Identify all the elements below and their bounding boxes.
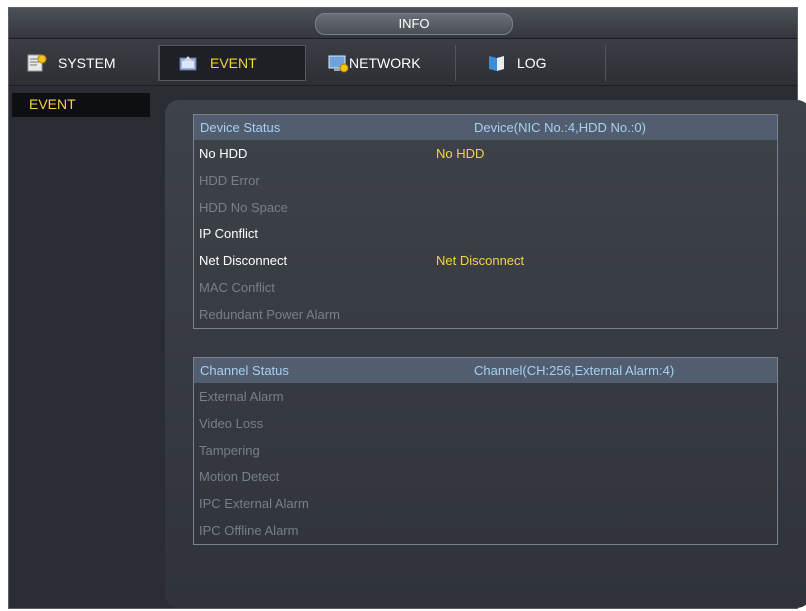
row-name: Motion Detect: [199, 469, 280, 485]
system-icon: [26, 53, 48, 73]
window-title: INFO: [315, 13, 513, 35]
tab-log-label: LOG: [517, 55, 547, 71]
row-name: Tampering: [199, 442, 260, 458]
row-name: IPC External Alarm: [199, 496, 309, 512]
device-status-header: Device Status Device(NIC No.:4,HDD No.:0…: [194, 115, 777, 140]
device-status-summary: Device(NIC No.:4,HDD No.:0): [474, 120, 646, 135]
row-name: External Alarm: [199, 389, 284, 404]
row-name: IP Conflict: [199, 226, 259, 242]
channel-row-motion-detect: Motion Detect: [194, 463, 777, 490]
row-name: HDD No Space: [199, 199, 288, 215]
title-bar: INFO: [9, 8, 797, 39]
tab-event[interactable]: EVENT: [159, 45, 306, 81]
device-row-redundant-power-alarm: Redundant Power Alarm: [194, 301, 777, 328]
tab-network[interactable]: NETWORK: [309, 45, 456, 81]
row-name: No HDD: [199, 146, 248, 161]
sidebar: EVENT: [9, 86, 155, 608]
device-row-no-hdd: No HDD No HDD: [194, 140, 777, 167]
event-icon: [178, 53, 200, 73]
tab-system-label: SYSTEM: [58, 55, 116, 71]
info-window: INFO SYSTEM EVENT NETWORK LOG EVENT Devi…: [8, 7, 806, 609]
channel-row-external-alarm: External Alarm: [194, 383, 777, 410]
sidebar-item-event[interactable]: EVENT: [12, 93, 150, 117]
main-panel: Device Status Device(NIC No.:4,HDD No.:0…: [165, 100, 806, 608]
tab-system[interactable]: SYSTEM: [12, 45, 159, 81]
tab-event-label: EVENT: [210, 55, 257, 71]
channel-row-ipc-external-alarm: IPC External Alarm: [194, 490, 777, 517]
channel-row-video-loss: Video Loss: [194, 410, 777, 437]
device-row-mac-conflict: MAC Conflict: [194, 274, 777, 301]
device-row-ip-conflict: IP Conflict: [194, 220, 777, 247]
row-name: Redundant Power Alarm: [199, 306, 340, 322]
device-row-hdd-error: HDD Error: [194, 167, 777, 194]
channel-status-panel: Channel Status Channel(CH:256,External A…: [193, 357, 778, 545]
tab-network-label: NETWORK: [349, 55, 421, 71]
network-icon: [327, 53, 349, 73]
channel-status-summary: Channel(CH:256,External Alarm:4): [474, 363, 675, 378]
channel-status-title: Channel Status: [200, 363, 289, 378]
log-icon: [485, 53, 507, 73]
row-name: MAC Conflict: [199, 279, 275, 295]
device-status-panel: Device Status Device(NIC No.:4,HDD No.:0…: [193, 114, 778, 329]
row-name: Video Loss: [199, 415, 264, 431]
device-status-title: Device Status: [200, 120, 281, 135]
row-name: IPC Offline Alarm: [199, 522, 299, 538]
device-row-hdd-no-space: HDD No Space: [194, 194, 777, 221]
channel-status-header: Channel Status Channel(CH:256,External A…: [194, 358, 777, 383]
tab-log[interactable]: LOG: [459, 45, 606, 81]
row-value: Net Disconnect: [436, 253, 525, 269]
row-name: HDD Error: [199, 172, 260, 188]
channel-row-ipc-offline-alarm: IPC Offline Alarm: [194, 517, 777, 544]
row-name: Net Disconnect: [199, 253, 288, 269]
tab-bar: SYSTEM EVENT NETWORK LOG: [9, 39, 797, 86]
device-row-net-disconnect: Net Disconnect Net Disconnect: [194, 247, 777, 274]
channel-row-tampering: Tampering: [194, 437, 777, 464]
row-value: No HDD: [436, 146, 485, 161]
